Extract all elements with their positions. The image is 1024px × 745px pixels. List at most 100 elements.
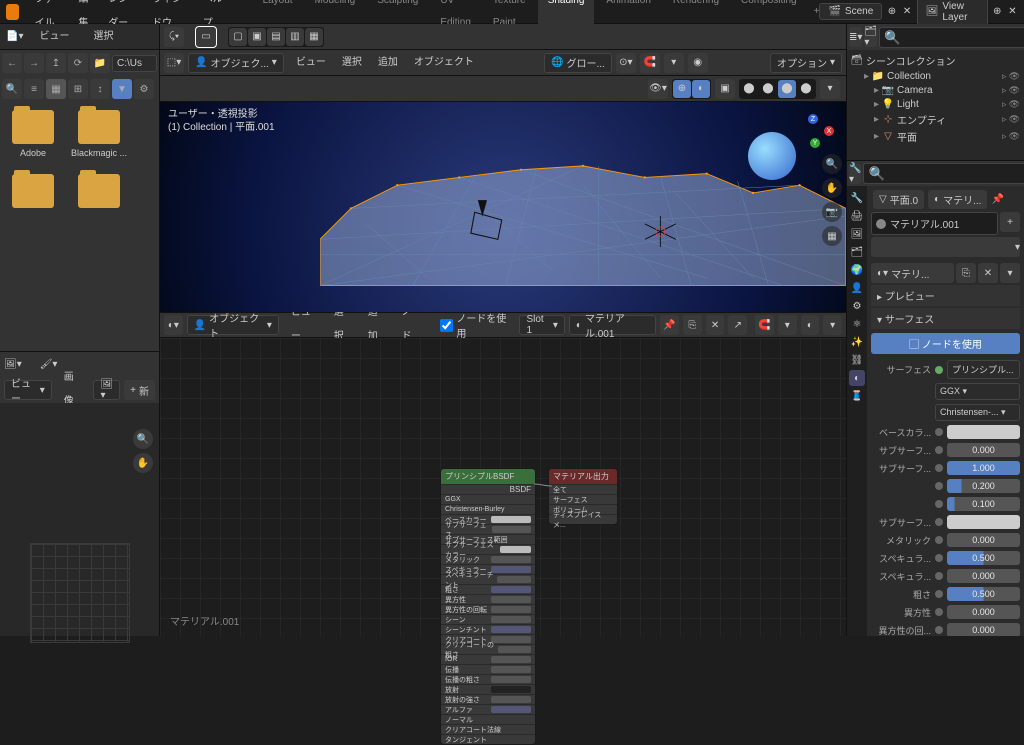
node-input-row[interactable]: スペキュラーチント	[441, 574, 535, 584]
socket-dot-icon[interactable]	[935, 482, 943, 490]
color-swatch[interactable]	[947, 425, 1020, 439]
socket-dot-icon[interactable]	[935, 590, 943, 598]
vis-sel-icon[interactable]: 👁▾	[648, 79, 668, 99]
shade-solid-icon[interactable]: ⬤	[759, 80, 777, 98]
image-select[interactable]: 🖼▾	[93, 380, 120, 400]
node-input-row[interactable]: 放射	[441, 684, 535, 694]
value-slider[interactable]: 0.000	[947, 623, 1020, 636]
distribution-select[interactable]: GGX ▾	[935, 383, 1020, 400]
node-input-row[interactable]: 異方性の回転	[441, 604, 535, 614]
restrict-select-icon[interactable]: ▹	[1002, 131, 1007, 142]
shade-wire-icon[interactable]: ⬤	[740, 80, 758, 98]
editor-type-icon[interactable]: ⬚▾	[164, 53, 184, 73]
overlay-icon[interactable]: ◐	[801, 315, 820, 335]
node-input-row[interactable]: シーン	[441, 614, 535, 624]
show-gizmo-icon[interactable]: ⊕	[673, 80, 691, 98]
value-slider[interactable]: 0.500	[947, 587, 1020, 601]
sort-icon[interactable]: ↕	[90, 79, 110, 99]
value-slider[interactable]: 0.000	[947, 569, 1020, 583]
value-slider[interactable]: 0.500	[947, 551, 1020, 565]
node-editor-canvas[interactable]: マテリアル.001 プリンシプルBSDF BSDF GGXChristensen…	[160, 338, 846, 636]
snap-type-icon[interactable]: ▾	[778, 315, 797, 335]
prop-tab-9[interactable]: ⛓	[849, 352, 865, 368]
use-nodes-button[interactable]: ▢ ノードを使用	[871, 333, 1020, 354]
show-overlay-icon[interactable]: ◐	[692, 80, 710, 98]
restrict-view-icon[interactable]: 👁	[1009, 99, 1020, 110]
prop-tab-8[interactable]: ✨	[849, 334, 865, 350]
mode-select[interactable]: 👤 オブジェク... ▾	[188, 53, 284, 73]
nav-gizmo[interactable]: X Y Z	[800, 116, 832, 148]
color-swatch[interactable]	[947, 515, 1020, 529]
socket-dot-icon[interactable]	[935, 608, 943, 616]
object-pill[interactable]: ▽ 平面.0	[873, 190, 924, 209]
search-icon[interactable]: 🔍	[2, 79, 22, 99]
node-row[interactable]: 全て	[549, 484, 617, 494]
prop-edit-icon[interactable]: ◉	[688, 53, 708, 73]
restrict-view-icon[interactable]: 👁	[1009, 85, 1020, 96]
prop-tab-0[interactable]: 🔧	[849, 190, 865, 206]
nav-fwd-icon[interactable]: →	[24, 53, 44, 73]
copy-mat-icon[interactable]: ⎘	[683, 315, 702, 335]
path-input[interactable]: C:\Us	[112, 55, 157, 72]
sel-inv-icon[interactable]: ▦	[305, 28, 323, 46]
shade-preview-icon[interactable]: ⬤	[778, 80, 796, 98]
thumb-view-icon[interactable]: ▦	[46, 79, 66, 99]
prop-tab-11[interactable]: 🧵	[849, 388, 865, 404]
vp-menu-追加[interactable]: 追加	[370, 51, 406, 75]
nav-back-icon[interactable]: ←	[2, 53, 22, 73]
socket-dot-icon[interactable]	[935, 366, 943, 374]
image-new[interactable]: + 新	[124, 380, 155, 400]
xray-icon[interactable]: ▣	[715, 79, 735, 99]
new-layer-icon[interactable]: ⊕	[992, 6, 1003, 17]
filter-icon[interactable]: ▼	[112, 79, 132, 99]
folder-item[interactable]	[8, 174, 58, 212]
file-browser-icon[interactable]: 📄▾	[6, 31, 23, 42]
node-input-row[interactable]: GGX	[441, 494, 535, 504]
restrict-select-icon[interactable]: ▹	[1002, 71, 1007, 82]
node-input-row[interactable]: シーンチント	[441, 624, 535, 634]
socket-dot-icon[interactable]	[935, 500, 943, 508]
node-input-row[interactable]: タンジェント	[441, 734, 535, 744]
socket-dot-icon[interactable]	[935, 554, 943, 562]
prop-tab-7[interactable]: ⚛	[849, 316, 865, 332]
outliner-item[interactable]: ▸▽平面▹👁	[847, 128, 1024, 145]
list-view-icon[interactable]: ≡	[24, 79, 44, 99]
node-input-row[interactable]: サブサーフェスカラー	[441, 544, 535, 554]
unlink-mat-icon[interactable]: ✕	[978, 263, 998, 283]
shade-render-icon[interactable]: ⬤	[797, 80, 815, 98]
options-dropdown[interactable]: オプション ▾	[770, 53, 842, 73]
socket-dot-icon[interactable]	[935, 536, 943, 544]
zoom-icon[interactable]: 🔍	[822, 154, 842, 174]
material-output-node[interactable]: マテリアル出力 全てサーフェスボリュームディスプレイスメ...	[548, 468, 618, 525]
value-slider[interactable]: 0.100	[947, 497, 1020, 511]
folder-item[interactable]	[74, 174, 124, 212]
prop-tab-5[interactable]: 👤	[849, 280, 865, 296]
parent-icon[interactable]: ↗	[728, 315, 747, 335]
node-input-row[interactable]: ノーマル	[441, 714, 535, 724]
snap-type-icon[interactable]: ▾	[664, 53, 684, 73]
camera-view-icon[interactable]: 📷	[822, 202, 842, 222]
outliner-item[interactable]: ▸⊹エンプティ▹👁	[847, 111, 1024, 128]
prop-tab-1[interactable]: 🖨	[849, 208, 865, 224]
node-input-row[interactable]: アルファ	[441, 704, 535, 714]
slot-select[interactable]: Slot 1 ▾	[519, 315, 564, 335]
new-scene-icon[interactable]: ⊕	[886, 6, 897, 17]
pin-icon[interactable]: 📌	[660, 315, 679, 335]
node-input-row[interactable]: クリアコート法線	[441, 724, 535, 734]
prop-tab-4[interactable]: 🌍	[849, 262, 865, 278]
surface-shader-select[interactable]: プリンシプル...	[947, 360, 1020, 379]
restrict-select-icon[interactable]: ▹	[1002, 99, 1007, 110]
orientation-select[interactable]: 🌐 グロー...	[544, 53, 612, 73]
socket-dot-icon[interactable]	[935, 446, 943, 454]
socket-dot-icon[interactable]	[935, 572, 943, 580]
3d-viewport[interactable]: ‹ ユーザー・透視投影 (1) Collection | 平面.001	[160, 102, 846, 312]
prop-tab-10[interactable]: ◐	[849, 370, 865, 386]
zoom-icon[interactable]: 🔍	[133, 429, 153, 449]
editor-type-icon[interactable]: ≣▾	[849, 27, 862, 47]
menu-view[interactable]: ビュー	[31, 25, 77, 49]
folder-item[interactable]: Blackmagic ...	[74, 110, 124, 158]
socket-dot-icon[interactable]	[935, 464, 943, 472]
outliner-search[interactable]	[879, 27, 1024, 48]
socket-dot-icon[interactable]	[935, 428, 943, 436]
socket-dot-icon[interactable]	[935, 518, 943, 526]
